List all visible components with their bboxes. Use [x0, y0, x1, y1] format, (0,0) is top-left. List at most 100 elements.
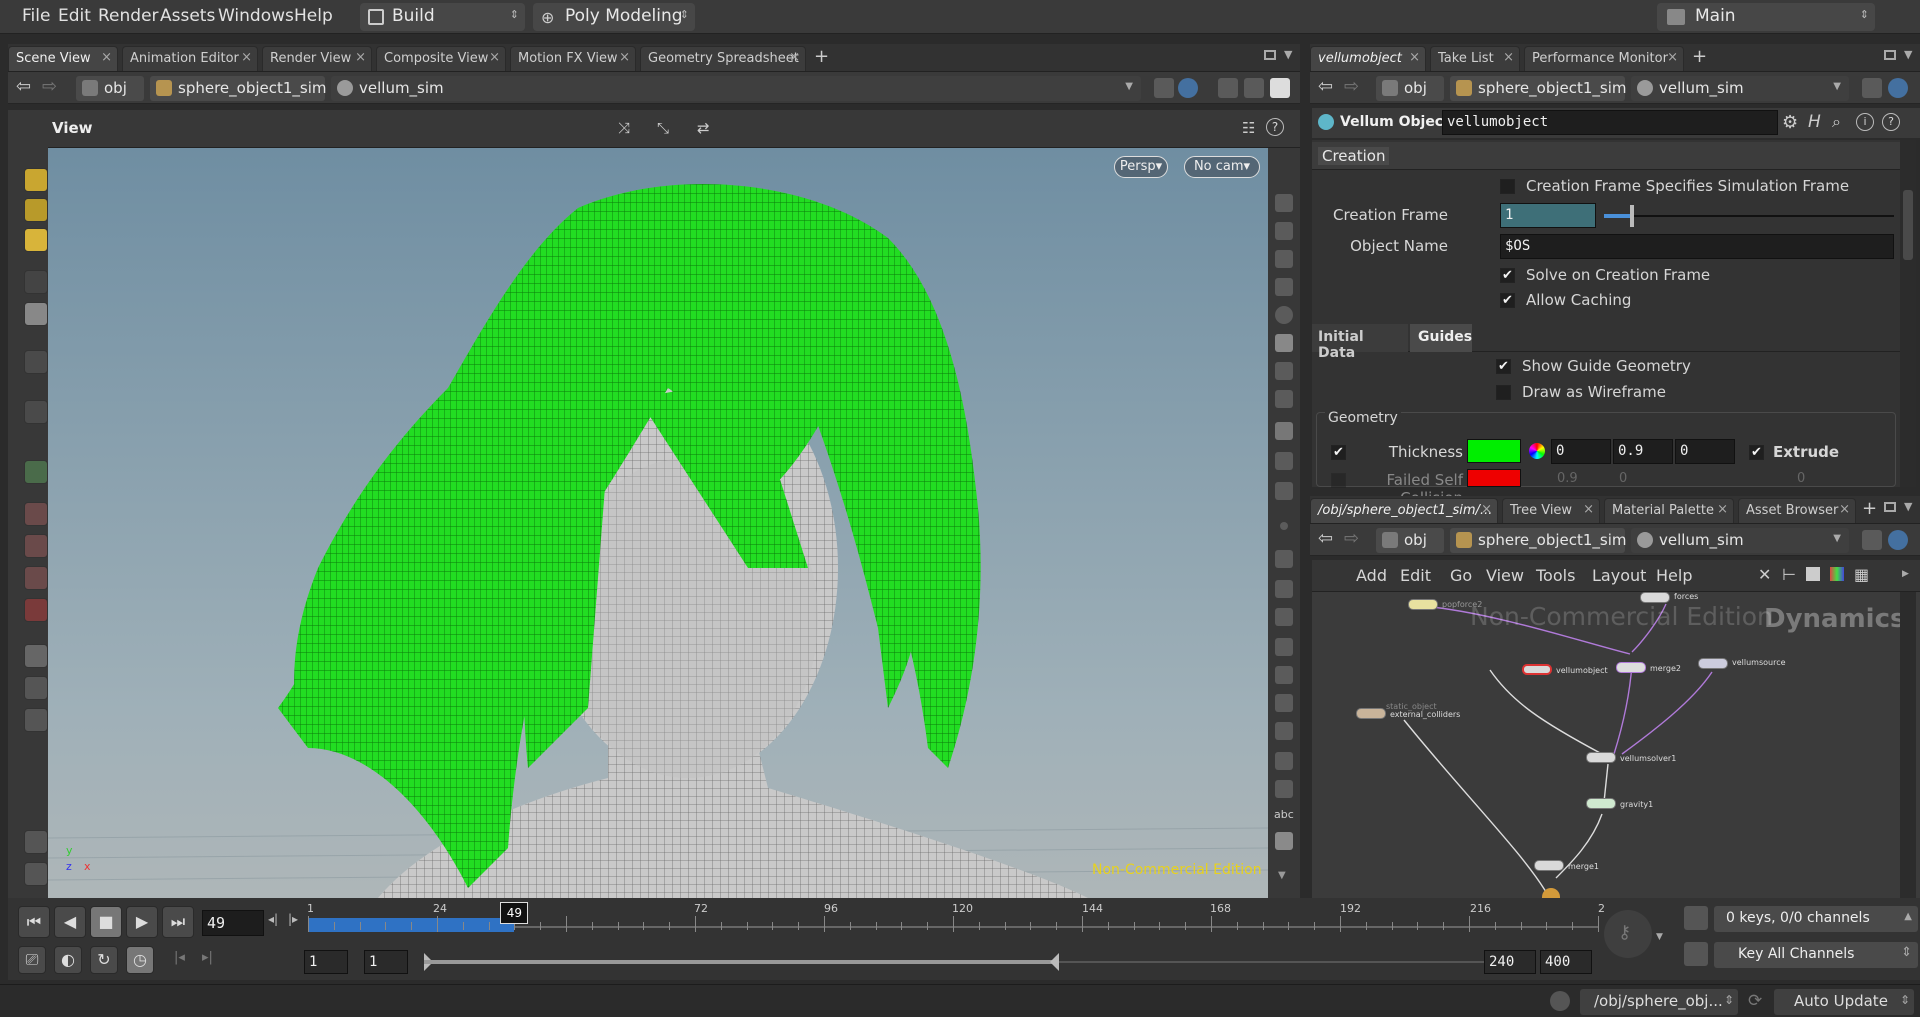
- select-tool-icon[interactable]: [24, 168, 48, 192]
- thickness-value-3[interactable]: 0: [1675, 439, 1735, 464]
- menu-windows[interactable]: Windows: [218, 6, 294, 26]
- hscript-icon[interactable]: H: [1808, 112, 1821, 132]
- refresh-icon[interactable]: ⟳: [1748, 991, 1762, 1011]
- maximize-icon[interactable]: [1264, 50, 1276, 60]
- context-dropdown[interactable]: Main ⇕: [1657, 3, 1875, 31]
- vis-icon[interactable]: [1275, 452, 1293, 470]
- solve-creation-checkbox[interactable]: ✔: [1500, 268, 1515, 283]
- back-arrow-icon[interactable]: ⇦: [16, 76, 31, 97]
- menu-assets[interactable]: Assets: [160, 6, 215, 26]
- pane-menu-icon[interactable]: ▶: [1902, 569, 1909, 579]
- prim-number-icon[interactable]: [1275, 666, 1293, 684]
- step-forward-icon[interactable]: |▸: [288, 912, 298, 926]
- step-back-icon[interactable]: ◂|: [268, 912, 278, 926]
- edge-icon[interactable]: [1275, 694, 1293, 712]
- menu-edit[interactable]: Edit: [58, 6, 91, 26]
- cube-icon[interactable]: [1218, 78, 1238, 98]
- text-icon[interactable]: abc: [1274, 808, 1294, 821]
- close-icon[interactable]: ×: [1409, 50, 1420, 65]
- pane-menu-icon[interactable]: ▼: [1284, 48, 1292, 61]
- close-icon[interactable]: ×: [101, 50, 112, 65]
- stop-icon[interactable]: ■: [90, 906, 122, 938]
- light2-icon[interactable]: [1275, 390, 1293, 408]
- pose-tool-icon[interactable]: [24, 400, 48, 424]
- breadcrumb-obj[interactable]: obj: [1376, 528, 1444, 553]
- snap-prim-icon[interactable]: [24, 534, 48, 558]
- thickness-value-2[interactable]: 0.9: [1613, 439, 1673, 464]
- range-slider[interactable]: [424, 953, 1484, 971]
- tab-composite-view[interactable]: Composite View ×: [376, 46, 506, 71]
- tab-vellumobject[interactable]: vellumobject ×: [1310, 46, 1426, 71]
- node-merge1[interactable]: [1534, 860, 1564, 871]
- close-icon[interactable]: ×: [355, 50, 366, 65]
- settings-tool-icon[interactable]: [24, 862, 48, 886]
- menu-render[interactable]: Render: [98, 6, 159, 26]
- current-frame-field[interactable]: 49: [202, 910, 264, 936]
- close-icon[interactable]: ×: [789, 50, 800, 65]
- add-tab-icon[interactable]: +: [1862, 498, 1877, 519]
- normal-icon[interactable]: [1275, 550, 1293, 568]
- creation-frame-field[interactable]: 1: [1500, 203, 1596, 228]
- draw-icon[interactable]: [1275, 222, 1293, 240]
- tab-render-view[interactable]: Render View ×: [262, 46, 372, 71]
- number-icon[interactable]: [1275, 608, 1293, 626]
- loop-icon[interactable]: ↻: [90, 946, 118, 974]
- breadcrumb-sim[interactable]: sphere_object1_sim: [1450, 528, 1627, 553]
- audio-icon[interactable]: ◐: [54, 946, 82, 974]
- breadcrumb-obj[interactable]: obj: [76, 76, 144, 101]
- show-guide-checkbox[interactable]: ✔: [1496, 359, 1511, 374]
- shelf-dropdown[interactable]: ⊕ Poly Modeling ⇕: [533, 3, 695, 31]
- background-icon[interactable]: [1275, 832, 1293, 850]
- key-dial[interactable]: ⚷: [1604, 910, 1652, 958]
- net-menu-help[interactable]: Help: [1656, 566, 1692, 585]
- link-icon[interactable]: [1888, 78, 1908, 98]
- viewport[interactable]: Persp▾ No cam▾ Non-Commercial Edition y …: [48, 148, 1268, 898]
- range-end-handle[interactable]: [1050, 953, 1059, 971]
- net-menu-tools[interactable]: Tools: [1536, 566, 1575, 585]
- snap-point-icon[interactable]: [24, 566, 48, 590]
- desktop-dropdown[interactable]: Build ⇕: [360, 3, 525, 31]
- handle-tool-icon[interactable]: [24, 350, 48, 374]
- snap-icon[interactable]: [1275, 752, 1293, 770]
- pin-icon[interactable]: [1862, 78, 1882, 98]
- tab-initial-data[interactable]: Initial Data: [1312, 324, 1408, 361]
- headlight-icon[interactable]: [1275, 362, 1293, 380]
- search-icon[interactable]: ⌕: [1832, 112, 1841, 132]
- close-icon[interactable]: ×: [619, 50, 630, 65]
- tab-motion-fx-view[interactable]: Motion FX View ×: [510, 46, 636, 71]
- tab-animation-editor[interactable]: Animation Editor ×: [122, 46, 258, 71]
- status-path-dropdown[interactable]: /obj/sphere_obj... ⇕: [1580, 989, 1738, 1015]
- tab-tree-view[interactable]: Tree View ×: [1502, 498, 1600, 523]
- magnet-icon[interactable]: [24, 598, 48, 622]
- snap-grid-icon[interactable]: [24, 502, 48, 526]
- scroll-down-icon[interactable]: ▼: [1278, 870, 1286, 881]
- menu-file[interactable]: File: [22, 6, 50, 26]
- arrow-tool-icon[interactable]: [24, 270, 48, 294]
- status-icon[interactable]: [1550, 991, 1570, 1011]
- channel-graph-icon[interactable]: [1684, 942, 1708, 966]
- node-gravity1[interactable]: [1586, 798, 1616, 809]
- color-wheel-icon[interactable]: [1529, 443, 1545, 459]
- pin-icon[interactable]: [1154, 78, 1174, 98]
- object-name-field[interactable]: $OS: [1500, 234, 1894, 259]
- play-forward-icon[interactable]: ▶: [126, 906, 158, 938]
- network-editor[interactable]: Non-Commercial Edition Dynamics popforce…: [1312, 592, 1920, 898]
- range-bar[interactable]: [424, 960, 1052, 964]
- tab-scene-view[interactable]: Scene View ×: [8, 46, 118, 71]
- slider-handle[interactable]: [1630, 205, 1634, 227]
- node-merge2[interactable]: [1616, 662, 1646, 673]
- tab-guides[interactable]: Guides: [1410, 324, 1472, 352]
- close-icon[interactable]: ×: [1503, 50, 1514, 65]
- close-icon[interactable]: ×: [241, 50, 252, 65]
- list-icon[interactable]: [1806, 567, 1820, 581]
- net-menu-edit[interactable]: Edit: [1400, 566, 1431, 585]
- extrude-checkbox[interactable]: ✔: [1749, 445, 1764, 460]
- camera-tool-icon[interactable]: [24, 644, 48, 668]
- breadcrumb-obj[interactable]: obj: [1376, 76, 1444, 101]
- point-icon[interactable]: [1280, 522, 1288, 530]
- jump-end-icon[interactable]: ⏭: [162, 906, 194, 938]
- lock-icon[interactable]: [1275, 250, 1293, 268]
- breadcrumb-node[interactable]: vellum_sim ▼: [1631, 528, 1849, 553]
- edit-tool-icon[interactable]: [24, 228, 48, 252]
- tab-geometry-spreadsheet[interactable]: Geometry Spreadsheet ×: [640, 46, 806, 71]
